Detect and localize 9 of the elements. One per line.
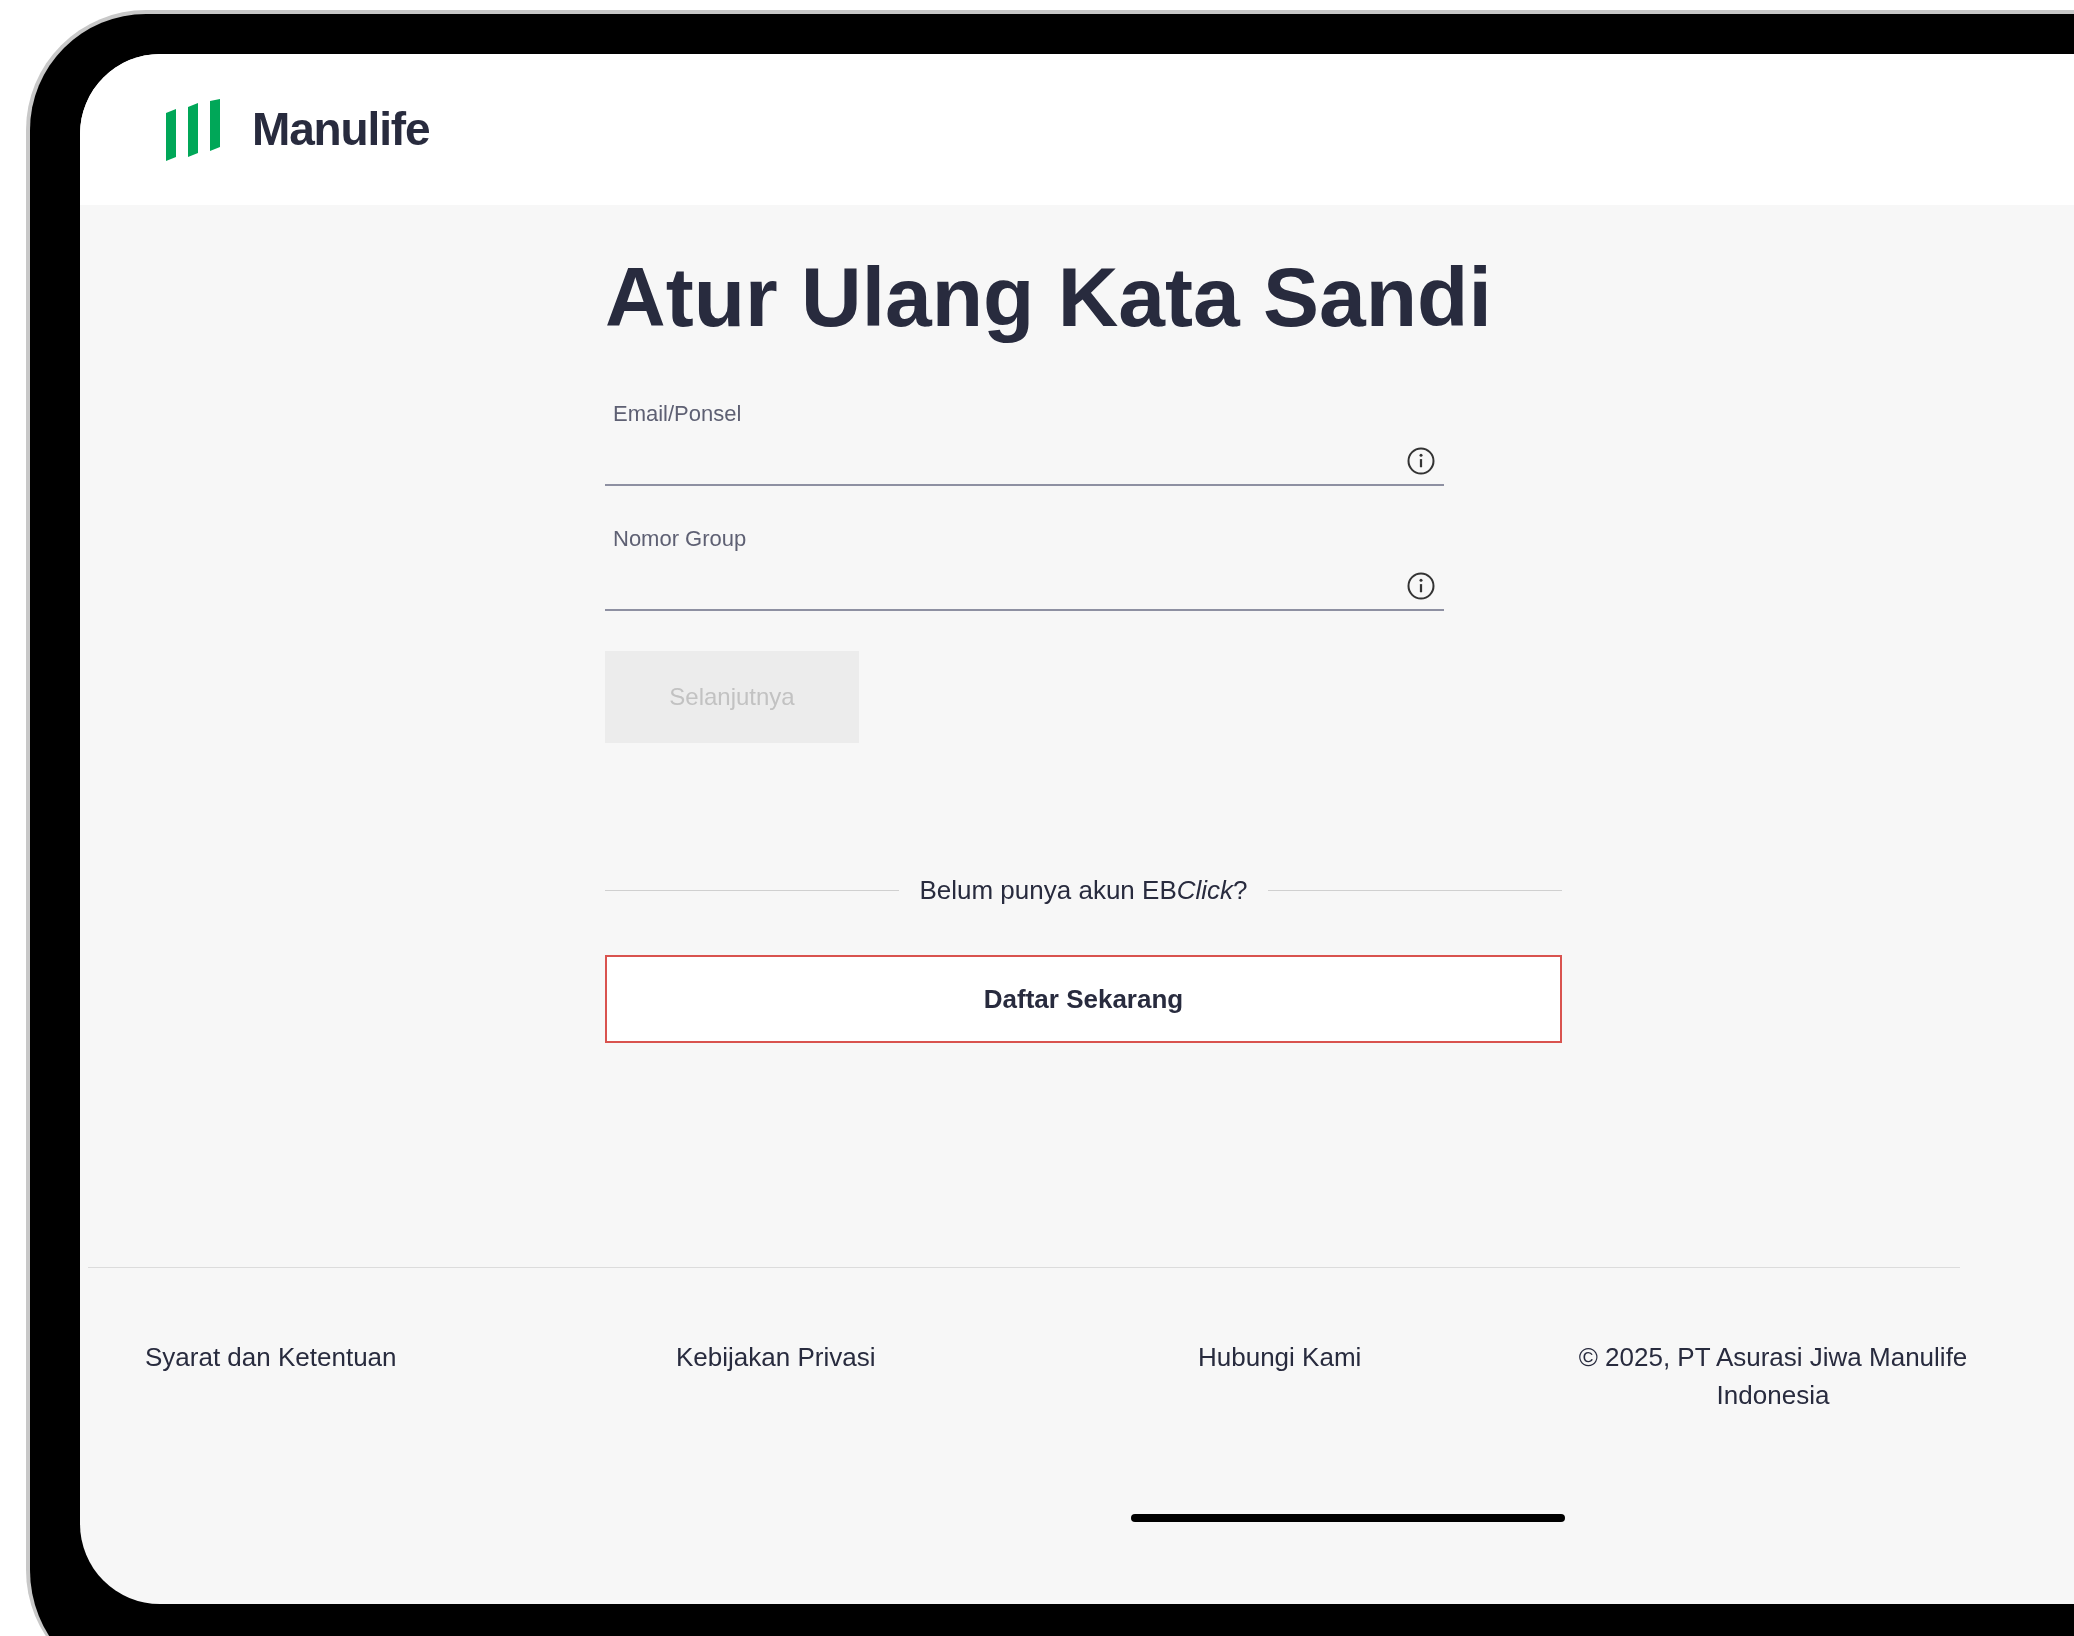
signup-prompt: Belum punya akun EBClick? bbox=[919, 874, 1248, 907]
logo-text: Manulife bbox=[252, 102, 430, 157]
copyright-text: © 2025, PT Asurasi Jiwa Manulife Indonesia bbox=[1577, 1341, 1969, 1412]
input-field[interactable]: Email/Ponsel bbox=[605, 395, 1444, 486]
register-button[interactable]: Daftar Sekarang bbox=[605, 955, 1562, 1043]
input-field[interactable]: Nomor Group bbox=[605, 520, 1444, 611]
footer-link[interactable]: Kebijakan Privasi bbox=[676, 1338, 1198, 1377]
footer-link[interactable]: Hubungi Kami bbox=[1198, 1338, 1558, 1377]
footer-link[interactable]: Syarat dan Ketentuan bbox=[145, 1338, 676, 1377]
